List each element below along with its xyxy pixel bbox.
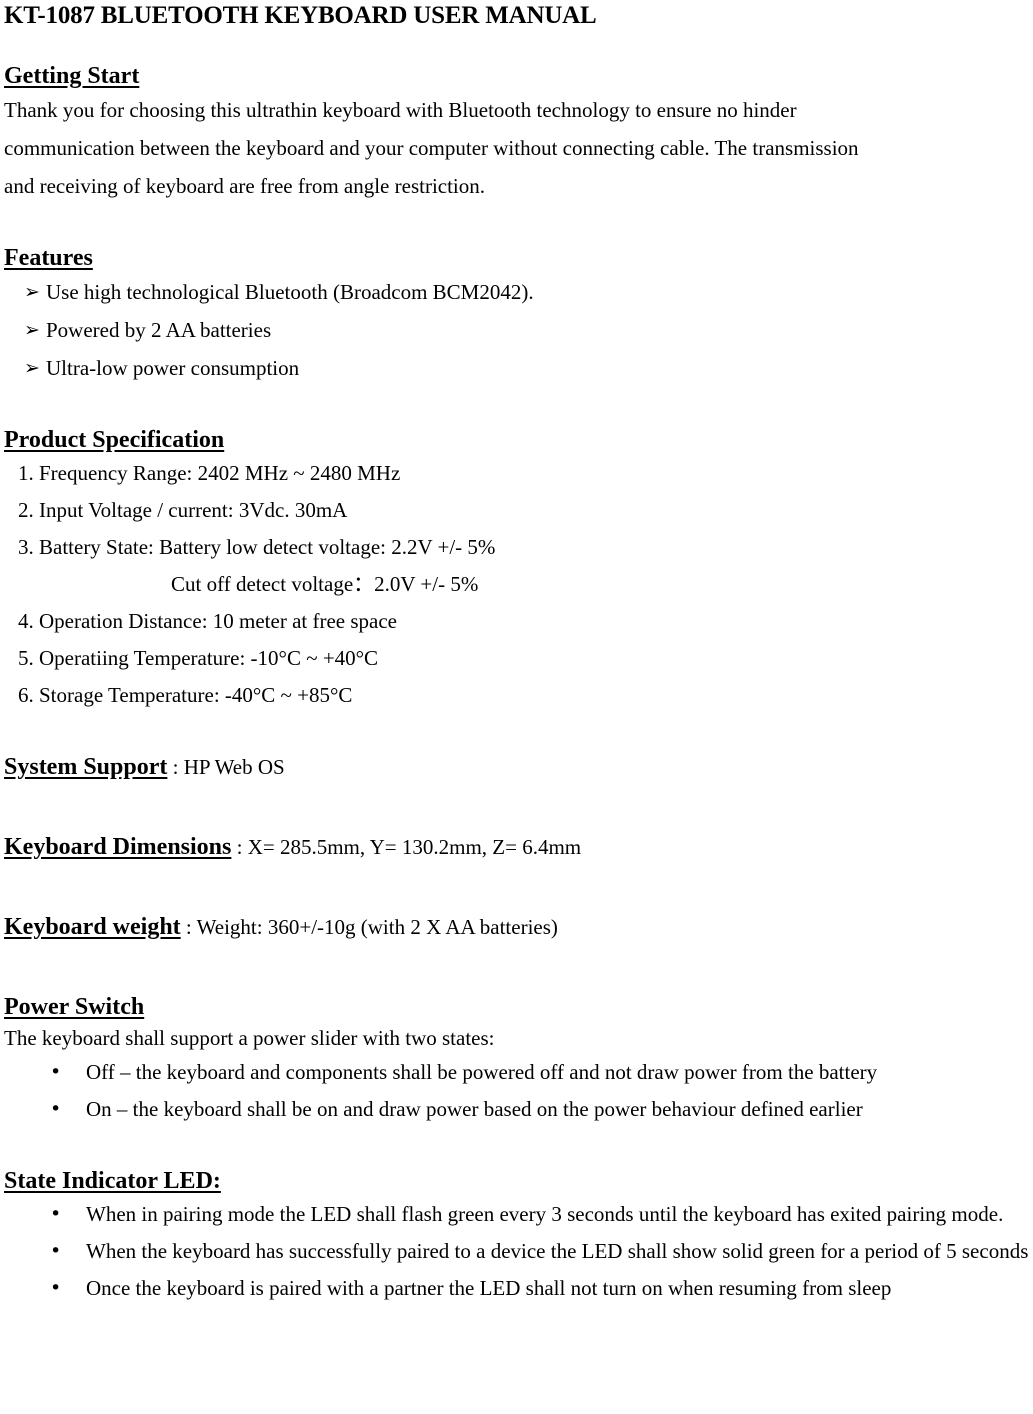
section-heading-label: Getting Start <box>4 63 140 89</box>
dot-bullet-icon: • <box>50 1061 62 1083</box>
dot-bullet-icon: • <box>50 1203 62 1225</box>
product-specification-list: 1. Frequency Range: 2402 MHz ~ 2480 MHz … <box>4 455 1029 566</box>
list-item: • Once the keyboard is paired with a par… <box>4 1270 1029 1307</box>
power-switch-list: • Off – the keyboard and components shal… <box>4 1054 1029 1128</box>
list-item: ➢ Ultra-low power consumption <box>4 349 1029 387</box>
section-heading-keyboard-weight: Keyboard weight : Weight: 360+/-10g (wit… <box>4 912 1029 942</box>
section-heading-features: Features <box>4 243 1029 273</box>
list-item-label: Off – the keyboard and components shall … <box>86 1060 878 1084</box>
power-switch-intro: The keyboard shall support a power slide… <box>4 1026 495 1050</box>
section-heading-label: System Support <box>4 754 168 780</box>
section-heading-label: Product Specification <box>4 427 225 453</box>
section-heading-label: Power Switch <box>4 994 145 1020</box>
dot-bullet-icon: • <box>50 1098 62 1120</box>
page-title: KT-1087 BLUETOOTH KEYBOARD USER MANUAL <box>4 2 597 29</box>
section-heading-label: State Indicator LED: <box>4 1168 221 1194</box>
keyboard-weight-value: Weight: 360+/-10g (with 2 X AA batteries… <box>196 915 558 939</box>
list-item: 6. Storage Temperature: -40°C ~ +85°C <box>18 683 353 707</box>
features-list: ➢ Use high technological Bluetooth (Broa… <box>4 273 1029 387</box>
document-page: KT-1087 BLUETOOTH KEYBOARD USER MANUAL G… <box>0 0 1033 1414</box>
section-heading-getting-start: Getting Start <box>4 61 1029 91</box>
list-item: 2. Input Voltage / current: 3Vdc. 30mA <box>18 498 348 522</box>
arrow-bullet-icon: ➢ <box>24 357 40 379</box>
getting-start-paragraph: Thank you for choosing this ultrathin ke… <box>4 91 1029 205</box>
list-item: ➢ Powered by 2 AA batteries <box>4 311 1029 349</box>
list-item: • On – the keyboard shall be on and draw… <box>4 1091 1029 1128</box>
list-item-label: Powered by 2 AA batteries <box>46 318 272 342</box>
list-item: ➢ Use high technological Bluetooth (Broa… <box>4 273 1029 311</box>
section-heading-power-switch: Power Switch <box>4 992 1029 1022</box>
list-item: 5. Operatiing Temperature: -10°C ~ +40°C <box>18 646 379 670</box>
arrow-bullet-icon: ➢ <box>24 319 40 341</box>
arrow-bullet-icon: ➢ <box>24 281 40 303</box>
section-heading-label: Keyboard Dimensions <box>4 834 232 860</box>
section-heading-label: Keyboard weight <box>4 914 181 940</box>
product-specification-list-continued: 4. Operation Distance: 10 meter at free … <box>4 603 1029 714</box>
section-heading-keyboard-dimensions: Keyboard Dimensions : X= 285.5mm, Y= 130… <box>4 832 1029 862</box>
paragraph-line: and receiving of keyboard are free from … <box>4 174 486 198</box>
section-heading-system-support: System Support : HP Web OS <box>4 752 1029 782</box>
list-item: • Off – the keyboard and components shal… <box>4 1054 1029 1091</box>
section-heading-product-specification: Product Specification <box>4 425 1029 455</box>
list-item: • When in pairing mode the LED shall fla… <box>4 1196 1029 1233</box>
paragraph-line: Thank you for choosing this ultrathin ke… <box>4 98 797 122</box>
list-item: 1. Frequency Range: 2402 MHz ~ 2480 MHz <box>18 461 401 485</box>
state-indicator-led-list: • When in pairing mode the LED shall fla… <box>4 1196 1029 1307</box>
section-heading-state-indicator-led: State Indicator LED: <box>4 1166 1029 1196</box>
list-item: • When the keyboard has successfully pai… <box>4 1233 1029 1270</box>
list-item-label: When the keyboard has successfully paire… <box>86 1239 1029 1263</box>
list-item: 4. Operation Distance: 10 meter at free … <box>18 609 397 633</box>
paragraph-line: communication between the keyboard and y… <box>4 136 859 160</box>
list-item: 3. Battery State: Battery low detect vol… <box>18 535 496 559</box>
list-item-label: Once the keyboard is paired with a partn… <box>86 1276 892 1300</box>
product-specification-sub-line: Cut off detect voltage：2.0V +/- 5% <box>171 572 479 596</box>
section-heading-label: Features <box>4 245 93 271</box>
list-item-label: When in pairing mode the LED shall flash… <box>86 1202 1004 1226</box>
system-support-value: HP Web OS <box>183 755 285 779</box>
list-item-label: Ultra-low power consumption <box>46 356 300 380</box>
list-item-label: Use high technological Bluetooth (Broadc… <box>46 280 534 304</box>
section-heading-separator: : <box>167 755 184 779</box>
dot-bullet-icon: • <box>50 1277 62 1299</box>
list-item-label: On – the keyboard shall be on and draw p… <box>86 1097 863 1121</box>
keyboard-dimensions-value: X= 285.5mm, Y= 130.2mm, Z= 6.4mm <box>247 835 582 859</box>
section-heading-separator: : <box>231 835 248 859</box>
section-heading-separator: : <box>180 915 197 939</box>
dot-bullet-icon: • <box>50 1240 62 1262</box>
document-body: KT-1087 BLUETOOTH KEYBOARD USER MANUAL G… <box>4 0 1029 1307</box>
